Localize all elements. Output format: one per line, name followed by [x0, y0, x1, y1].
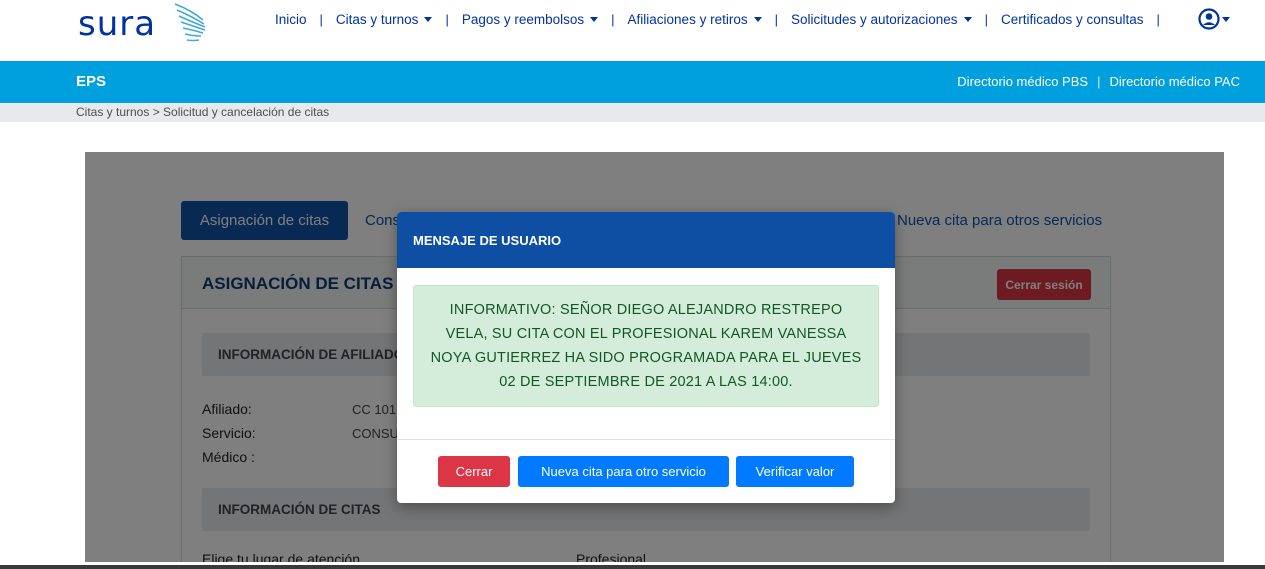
eps-title: EPS — [76, 73, 107, 90]
new-appointment-button[interactable]: Nueva cita para otro servicio — [518, 456, 729, 487]
caret-down-icon — [1222, 17, 1230, 22]
link-separator: | — [1097, 74, 1101, 89]
caret-down-icon — [424, 17, 433, 22]
directory-pbs-link[interactable]: Directorio médico PBS — [957, 74, 1088, 89]
bottom-edge — [0, 565, 1265, 569]
nav-separator: | — [319, 11, 323, 27]
nav-separator: | — [1156, 11, 1160, 27]
top-navigation: sura Inicio | Citas y turnos | Pagos y r… — [0, 0, 1265, 61]
nav-item-label: Solicitudes y autorizaciones — [790, 11, 958, 27]
eps-bar: EPS Directorio médico PBS | Directorio m… — [0, 61, 1265, 103]
breadcrumb: Citas y turnos > Solicitud y cancelación… — [76, 105, 330, 119]
modal-divider — [397, 439, 895, 440]
nav-separator: | — [445, 11, 449, 27]
user-circle-icon — [1198, 8, 1220, 30]
nav-item-label: Inicio — [275, 11, 307, 27]
breadcrumb-bar: Citas y turnos > Solicitud y cancelación… — [0, 103, 1265, 122]
user-message-modal: MENSAJE DE USUARIO INFORMATIVO: SEÑOR DI… — [397, 212, 895, 503]
modal-title: MENSAJE DE USUARIO — [413, 233, 562, 248]
nav-item-label: Pagos y reembolsos — [461, 11, 585, 27]
directory-links: Directorio médico PBS | Directorio médic… — [957, 74, 1240, 89]
nav-item-solicitudes[interactable]: Solicitudes y autorizaciones — [791, 12, 972, 27]
nav-separator: | — [774, 11, 778, 27]
nav-item-label: Citas y turnos — [335, 11, 419, 27]
directory-pac-link[interactable]: Directorio médico PAC — [1109, 74, 1240, 89]
caret-down-icon — [590, 17, 599, 22]
nav-separator: | — [984, 11, 988, 27]
nav-item-certificados[interactable]: Certificados y consultas — [1001, 12, 1144, 27]
nav-item-pagos[interactable]: Pagos y reembolsos — [461, 11, 599, 27]
modal-header: MENSAJE DE USUARIO — [397, 212, 895, 268]
nav-item-label: Certificados y consultas — [1000, 11, 1144, 27]
nav-item-citas[interactable]: Citas y turnos — [336, 12, 433, 27]
nav-separator: | — [611, 11, 615, 27]
main-menu: Inicio | Citas y turnos | Pagos y reembo… — [275, 9, 1173, 29]
logo-wing-icon — [174, 3, 206, 42]
logo-text: sura — [78, 4, 157, 44]
verify-value-button[interactable]: Verificar valor — [736, 456, 854, 487]
close-button[interactable]: Cerrar — [438, 456, 510, 487]
info-alert: INFORMATIVO: SEÑOR DIEGO ALEJANDRO RESTR… — [413, 285, 879, 407]
caret-down-icon — [963, 17, 972, 22]
caret-down-icon — [753, 17, 762, 22]
sura-logo[interactable]: sura — [78, 0, 206, 48]
nav-item-inicio[interactable]: Inicio — [275, 12, 307, 27]
nav-item-afiliaciones[interactable]: Afiliaciones y retiros — [628, 12, 762, 27]
nav-item-label: Afiliaciones y retiros — [627, 11, 748, 27]
user-menu-button[interactable] — [1198, 8, 1230, 30]
